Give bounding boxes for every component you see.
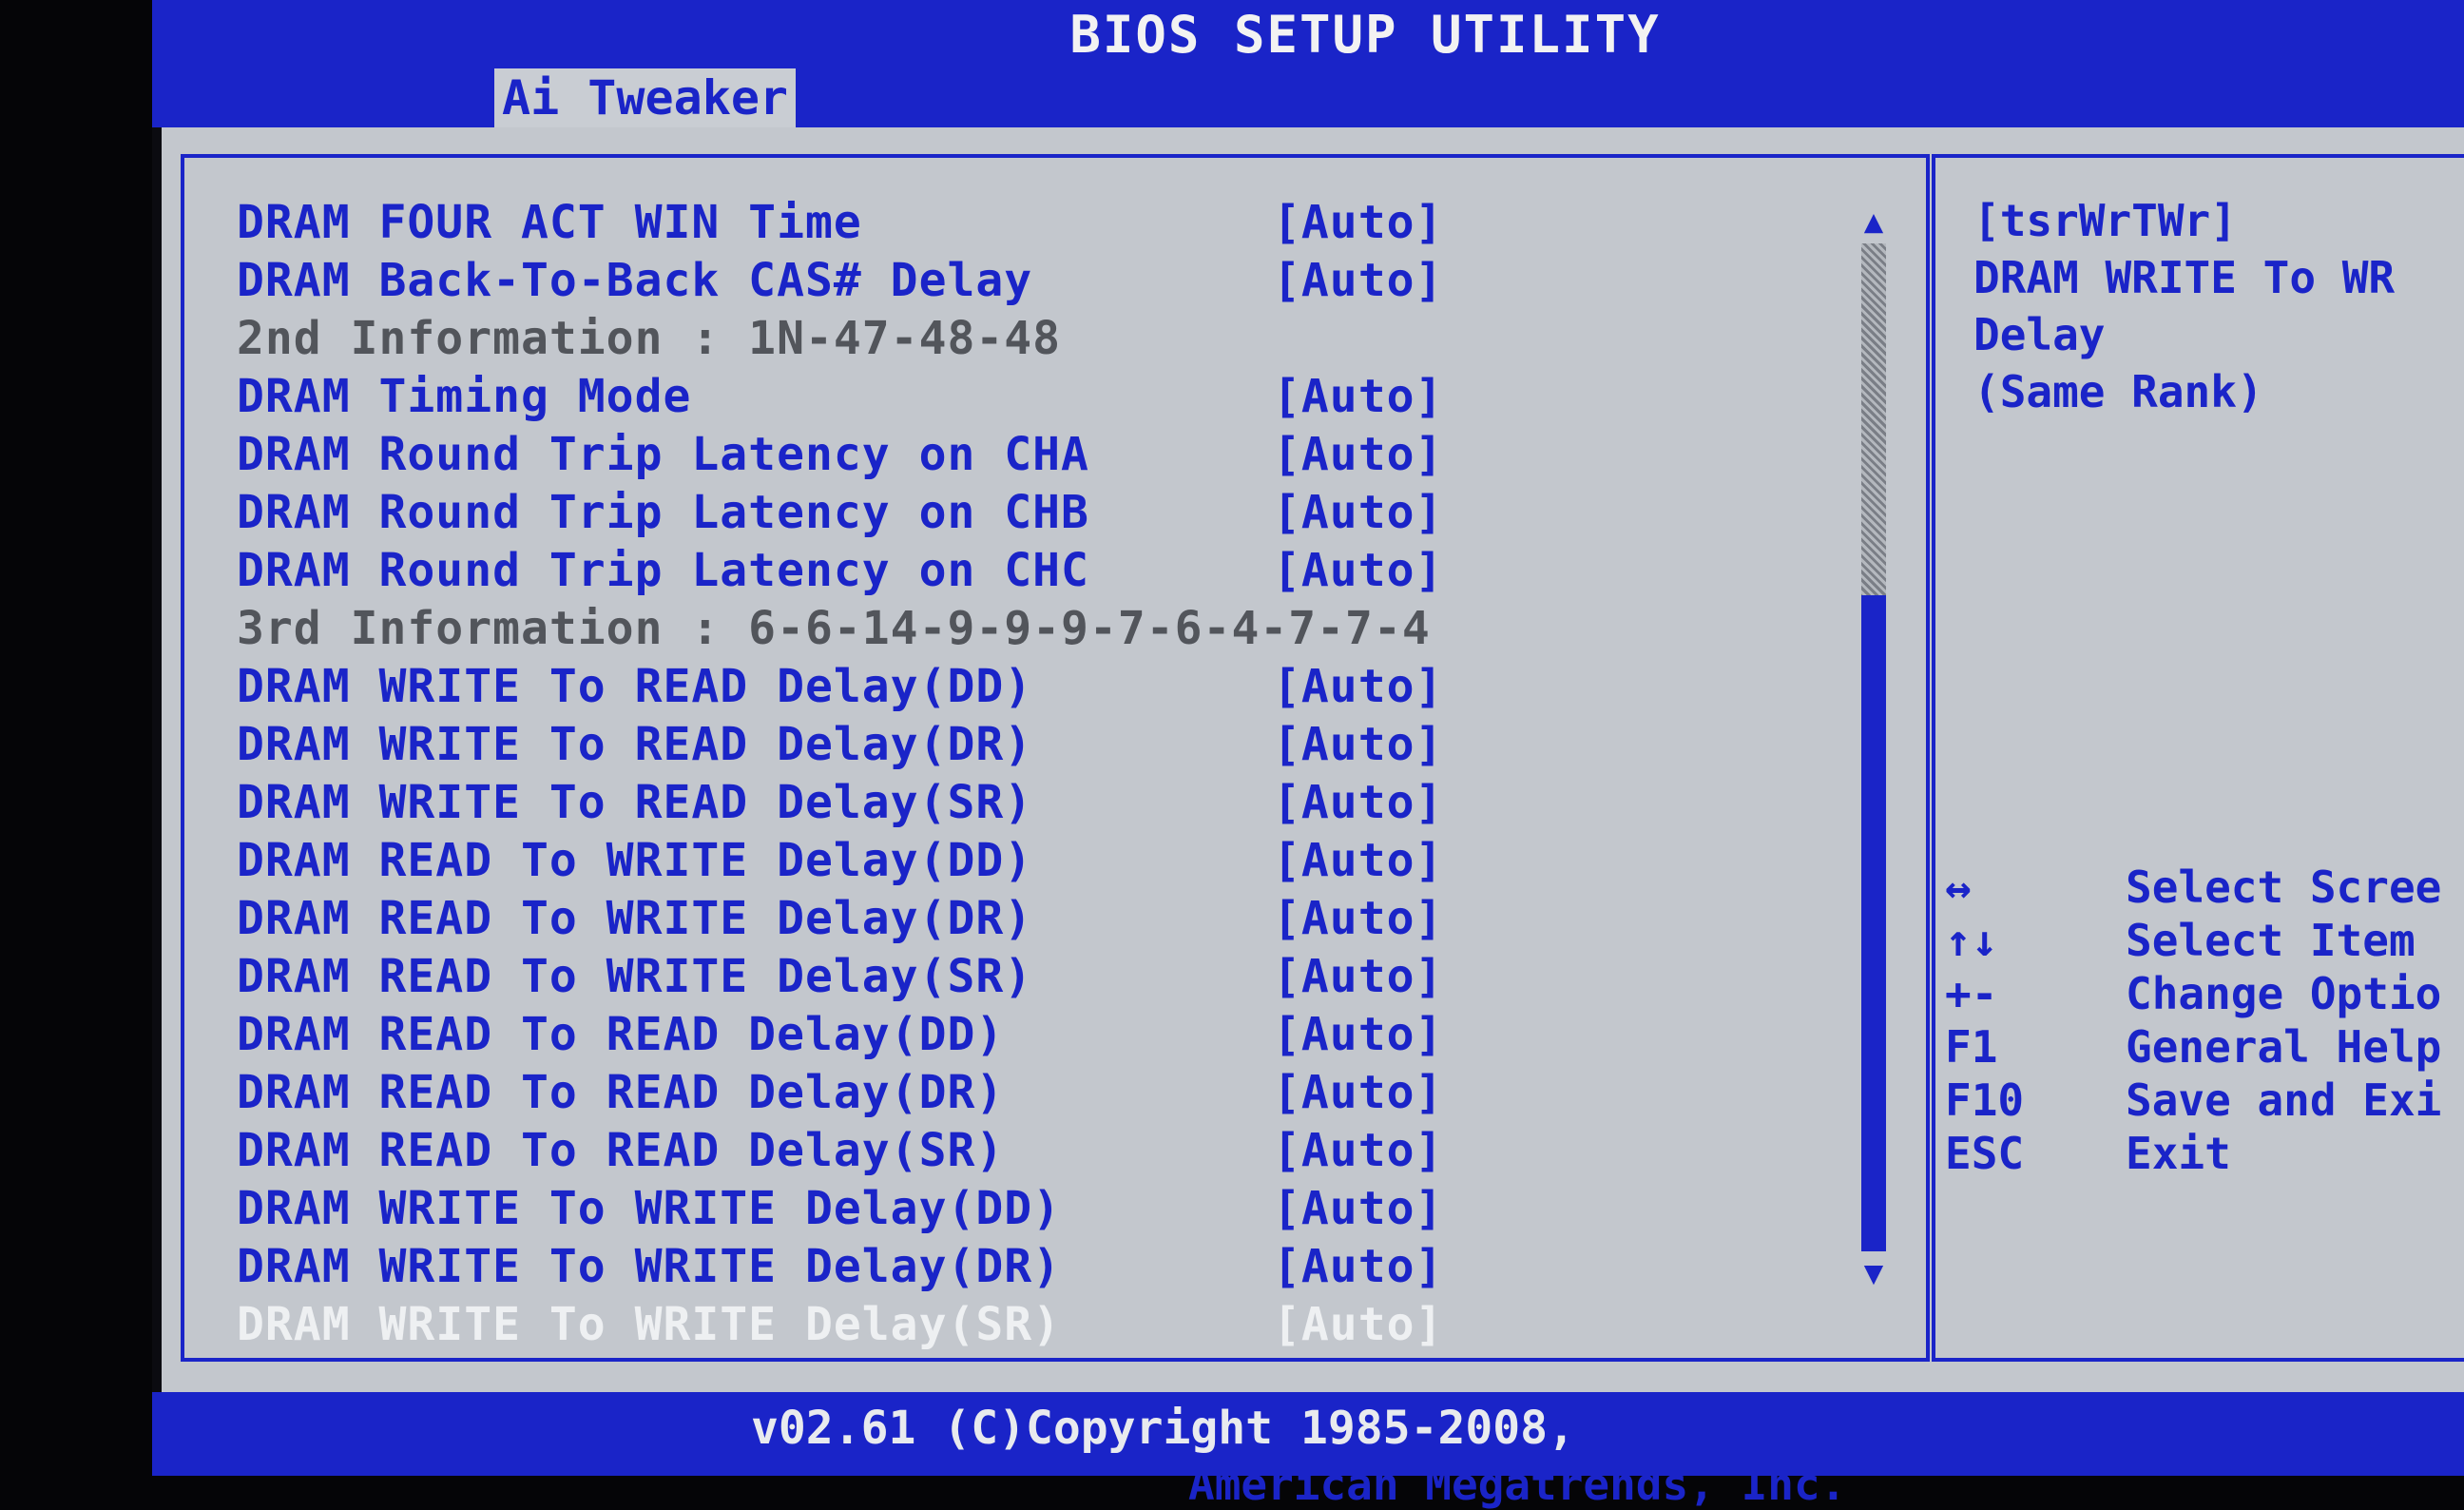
setting-value[interactable]: [Auto] bbox=[1273, 776, 1443, 829]
setting-value[interactable]: [Auto] bbox=[1273, 1298, 1443, 1351]
title-bar: BIOS SETUP UTILITY bbox=[152, 0, 2464, 68]
setting-label: DRAM Back-To-Back CAS# Delay bbox=[237, 254, 1033, 307]
setting-label: DRAM READ To WRITE Delay(DR) bbox=[237, 892, 1033, 945]
help-line: DRAM WRITE To WR bbox=[1973, 252, 2396, 303]
setting-label: DRAM READ To READ Delay(SR) bbox=[237, 1124, 1005, 1177]
key-description: General Help bbox=[2126, 1021, 2442, 1073]
setting-label: DRAM FOUR ACT WIN Time bbox=[237, 196, 862, 249]
setting-row[interactable]: DRAM WRITE To READ Delay(SR) [Auto] bbox=[237, 776, 1758, 834]
setting-row[interactable]: DRAM READ To WRITE Delay(DD) [Auto] bbox=[237, 834, 1758, 892]
setting-label: DRAM WRITE To READ Delay(DD) bbox=[237, 660, 1033, 713]
setting-label: DRAM WRITE To WRITE Delay(DD) bbox=[237, 1182, 1062, 1235]
setting-row[interactable]: DRAM Round Trip Latency on CHC [Auto] bbox=[237, 544, 1758, 602]
key-description: Change Optio bbox=[2126, 968, 2442, 1019]
setting-row[interactable]: DRAM Round Trip Latency on CHB [Auto] bbox=[237, 486, 1758, 544]
help-line: Delay bbox=[1973, 309, 2106, 360]
setting-row[interactable]: DRAM READ To READ Delay(DR) [Auto] bbox=[237, 1066, 1758, 1124]
setting-row[interactable]: DRAM WRITE To READ Delay(DR) [Auto] bbox=[237, 718, 1758, 776]
setting-value[interactable]: [Auto] bbox=[1273, 834, 1443, 887]
setting-value[interactable]: [Auto] bbox=[1273, 660, 1443, 713]
body-area: DRAM FOUR ACT WIN Time [Auto] DRAM Back-To… bbox=[162, 127, 2464, 1510]
scroll-up-arrow-icon[interactable]: ▲ bbox=[1858, 205, 1890, 238]
setting-value[interactable]: [Auto] bbox=[1273, 1066, 1443, 1119]
setting-value[interactable]: [Auto] bbox=[1273, 892, 1443, 945]
setting-row[interactable]: DRAM WRITE To READ Delay(DD) [Auto] bbox=[237, 660, 1758, 718]
settings-list: DRAM FOUR ACT WIN Time [Auto] DRAM Back-To… bbox=[237, 196, 1758, 1356]
setting-row[interactable]: DRAM READ To WRITE Delay(SR) [Auto] bbox=[237, 950, 1758, 1008]
setting-value[interactable]: [Auto] bbox=[1273, 544, 1443, 597]
tab-ai-tweaker[interactable]: Ai Tweaker bbox=[494, 68, 797, 127]
setting-value[interactable]: [Auto] bbox=[1273, 1240, 1443, 1293]
setting-row[interactable]: DRAM READ To READ Delay(SR) [Auto] bbox=[237, 1124, 1758, 1182]
footer-bar: v02.61 (C)Copyright 1985-2008, bbox=[152, 1392, 2464, 1476]
setting-label: DRAM Round Trip Latency on CHC bbox=[237, 544, 1089, 597]
setting-row[interactable]: DRAM Timing Mode [Auto] bbox=[237, 370, 1758, 428]
setting-value[interactable]: [Auto] bbox=[1273, 1124, 1443, 1177]
setting-row[interactable]: DRAM WRITE To WRITE Delay(SR) [Auto] bbox=[237, 1298, 1758, 1356]
key-name: ↔ bbox=[1945, 861, 1972, 913]
setting-value[interactable]: [Auto] bbox=[1273, 718, 1443, 771]
setting-label: 3rd Information : 6-6-14-9-9-9-7-6-4-7-7… bbox=[237, 602, 1431, 655]
setting-label: DRAM WRITE To READ Delay(SR) bbox=[237, 776, 1033, 829]
info-row: 3rd Information : 6-6-14-9-9-9-7-6-4-7-7… bbox=[237, 602, 1758, 660]
setting-row[interactable]: DRAM WRITE To WRITE Delay(DD) [Auto] bbox=[237, 1182, 1758, 1240]
setting-label: DRAM READ To WRITE Delay(DD) bbox=[237, 834, 1033, 887]
setting-value[interactable]: [Auto] bbox=[1273, 486, 1443, 539]
setting-label: DRAM Round Trip Latency on CHB bbox=[237, 486, 1089, 539]
menu-bar: Ai Tweaker bbox=[152, 68, 2464, 127]
setting-row[interactable]: DRAM WRITE To WRITE Delay(DR) [Auto] bbox=[237, 1240, 1758, 1298]
key-description: Select Scree bbox=[2126, 861, 2442, 913]
setting-row[interactable]: DRAM Back-To-Back CAS# Delay [Auto] bbox=[237, 254, 1758, 312]
setting-label: DRAM Timing Mode bbox=[237, 370, 692, 423]
version-copyright: v02.61 (C)Copyright 1985-2008, bbox=[751, 1402, 1575, 1455]
info-row: 2nd Information : 1N-47-48-48 bbox=[237, 312, 1758, 370]
setting-label: 2nd Information : 1N-47-48-48 bbox=[237, 312, 1062, 365]
setting-label: DRAM WRITE To WRITE Delay(DR) bbox=[237, 1240, 1062, 1293]
setting-label: DRAM READ To READ Delay(DR) bbox=[237, 1066, 1005, 1119]
setting-row[interactable]: DRAM READ To READ Delay(DD) [Auto] bbox=[237, 1008, 1758, 1066]
setting-row[interactable]: DRAM FOUR ACT WIN Time [Auto] bbox=[237, 196, 1758, 254]
scroll-thumb[interactable] bbox=[1861, 595, 1886, 1251]
setting-label: DRAM READ To WRITE Delay(SR) bbox=[237, 950, 1033, 1003]
setting-row[interactable]: DRAM READ To WRITE Delay(DR) [Auto] bbox=[237, 892, 1758, 950]
item-help-text: [tsrWrTWr] DRAM WRITE To WR Delay (Same … bbox=[1973, 192, 2395, 420]
help-line: (Same Rank) bbox=[1973, 366, 2263, 417]
setting-label: DRAM READ To READ Delay(DD) bbox=[237, 1008, 1005, 1061]
setting-value[interactable]: [Auto] bbox=[1273, 1008, 1443, 1061]
key-name: ESC bbox=[1945, 1128, 2025, 1179]
setting-value[interactable]: [Auto] bbox=[1273, 254, 1443, 307]
bios-title: BIOS SETUP UTILITY bbox=[1069, 4, 1661, 65]
key-description: Save and Exi bbox=[2126, 1074, 2442, 1126]
key-name: F10 bbox=[1945, 1074, 2025, 1126]
setting-label: DRAM WRITE To WRITE Delay(SR) bbox=[237, 1298, 1062, 1351]
setting-value[interactable]: [Auto] bbox=[1273, 370, 1443, 423]
key-name: F1 bbox=[1945, 1021, 1998, 1073]
setting-value[interactable]: [Auto] bbox=[1273, 428, 1443, 481]
help-panel: [tsrWrTWr] DRAM WRITE To WR Delay (Same … bbox=[1932, 154, 2464, 1362]
help-line: [tsrWrTWr] bbox=[1973, 195, 2237, 246]
key-description: Select Item bbox=[2126, 915, 2416, 966]
setting-row[interactable]: DRAM Round Trip Latency on CHA [Auto] bbox=[237, 428, 1758, 486]
settings-panel: DRAM FOUR ACT WIN Time [Auto] DRAM Back-To… bbox=[181, 154, 1930, 1362]
setting-label: DRAM Round Trip Latency on CHA bbox=[237, 428, 1089, 481]
scroll-down-arrow-icon[interactable]: ▼ bbox=[1858, 1257, 1890, 1289]
setting-value[interactable]: [Auto] bbox=[1273, 196, 1443, 249]
setting-value[interactable]: [Auto] bbox=[1273, 950, 1443, 1003]
setting-value[interactable]: [Auto] bbox=[1273, 1182, 1443, 1235]
bios-screen: BIOS SETUP UTILITY Ai Tweaker DRAM FOUR … bbox=[152, 0, 2464, 1510]
key-name: ↑↓ bbox=[1945, 915, 1998, 966]
key-name: +- bbox=[1945, 968, 1998, 1019]
setting-label: DRAM WRITE To READ Delay(DR) bbox=[237, 718, 1033, 771]
key-description: Exit bbox=[2126, 1128, 2231, 1179]
scrollbar[interactable]: ▲ ▼ bbox=[1858, 205, 1890, 1289]
